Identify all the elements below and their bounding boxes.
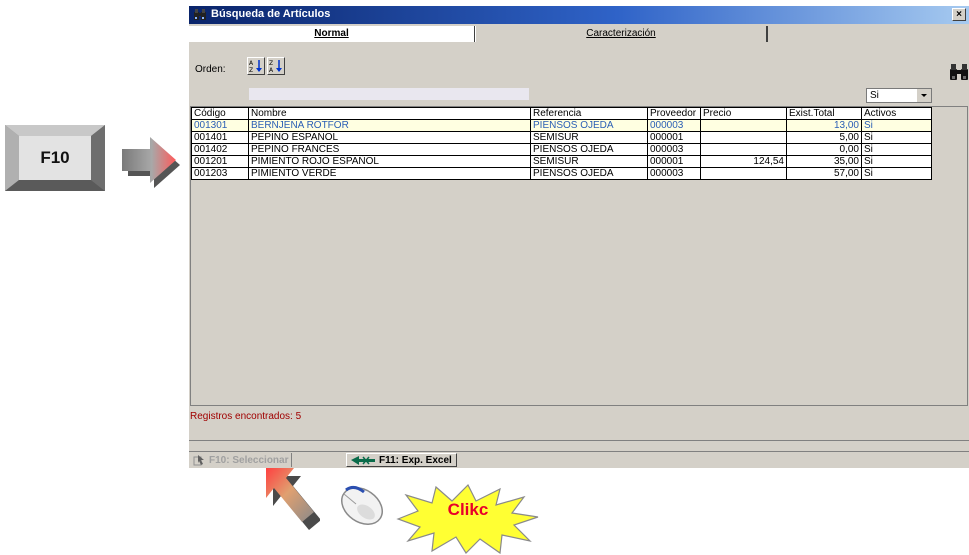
cell-proveedor: 000003 (647, 119, 701, 132)
cell-referencia: PIENSOS OJEDA (530, 167, 648, 180)
sort-descending-button[interactable]: Z A (267, 57, 285, 75)
cell-nombre: PEPINO ESPAÑOL (248, 131, 531, 144)
filter-field[interactable] (249, 88, 529, 100)
table-row[interactable]: 001301 BERNJENA ROTFOR PIENSOS OJEDA 000… (191, 119, 932, 132)
cell-precio (700, 131, 787, 144)
cell-activos: Si (861, 143, 932, 156)
cell-proveedor: 000003 (647, 167, 701, 180)
sort-ascending-button[interactable]: A Z (247, 57, 265, 75)
cell-proveedor: 000001 (647, 131, 701, 144)
toolbar: Orden: A Z Z A (189, 43, 969, 91)
cell-precio: 124,54 (700, 155, 787, 168)
table-row[interactable]: 001402 PEPINO FRANCES PIENSOS OJEDA 0000… (191, 143, 932, 156)
select-icon (193, 454, 205, 466)
dropdown-button[interactable] (917, 89, 931, 102)
window-title: Búsqueda de Artículos (211, 8, 331, 20)
table-row[interactable]: 001203 PIMIENTO VERDE PIENSOS OJEDA 0000… (191, 167, 932, 180)
tab-normal[interactable]: Normal (189, 26, 476, 42)
column-header[interactable]: Precio (700, 107, 787, 120)
activos-filter-value: Si (870, 90, 879, 101)
cell-proveedor: 000003 (647, 143, 701, 156)
cell-activos: Si (861, 155, 932, 168)
column-header[interactable]: Activos (861, 107, 932, 120)
column-header[interactable]: Exist.Total (786, 107, 862, 120)
table-row[interactable]: 001201 PIMIENTO ROJO ESPAÑOL SEMISUR 000… (191, 155, 932, 168)
cell-exist: 35,00 (786, 155, 862, 168)
cell-precio (700, 143, 787, 156)
activos-filter-select[interactable]: Si (866, 88, 932, 103)
chevron-down-icon (921, 94, 927, 97)
cell-precio (700, 119, 787, 132)
cell-nombre: PIMIENTO ROJO ESPAÑOL (248, 155, 531, 168)
svg-text:A: A (249, 60, 254, 67)
pointer-arrow-icon (266, 468, 320, 530)
svg-text:A: A (269, 67, 274, 74)
cell-exist: 57,00 (786, 167, 862, 180)
column-header[interactable]: Proveedor (647, 107, 701, 120)
sort-za-icon: Z A (269, 60, 282, 74)
cell-activos: Si (861, 131, 932, 144)
cell-referencia: PIENSOS OJEDA (530, 119, 648, 132)
export-excel-label: F11: Exp. Excel (379, 454, 452, 466)
binoculars-icon (194, 9, 206, 20)
cell-exist: 0,00 (786, 143, 862, 156)
results-table: Código Nombre Referencia Proveedor Preci… (191, 107, 932, 180)
right-arrow-icon (122, 137, 180, 188)
tab-strip: Normal Caracterización (189, 24, 969, 43)
cell-exist: 13,00 (786, 119, 862, 132)
cell-proveedor: 000001 (647, 155, 701, 168)
results-grid: Código Nombre Referencia Proveedor Preci… (190, 106, 968, 406)
records-found-status: Registros encontrados: 5 (190, 411, 302, 422)
column-header[interactable]: Nombre (248, 107, 531, 120)
click-burst-label: Clikc (447, 500, 489, 519)
cell-activos: Si (861, 119, 932, 132)
cell-codigo: 001401 (191, 131, 249, 144)
table-row[interactable]: 001401 PEPINO ESPAÑOL SEMISUR 000001 5,0… (191, 131, 932, 144)
cell-codigo: 001402 (191, 143, 249, 156)
f10-key-label: F10 (19, 136, 91, 180)
column-header[interactable]: Código (191, 107, 249, 120)
cell-nombre: PEPINO FRANCES (248, 143, 531, 156)
search-binoculars-icon[interactable] (949, 63, 969, 81)
cell-codigo: 001301 (191, 119, 249, 132)
svg-text:Z: Z (249, 67, 253, 74)
cell-codigo: 001203 (191, 167, 249, 180)
cell-precio (700, 167, 787, 180)
export-excel-button[interactable]: F11: Exp. Excel (346, 453, 457, 467)
title-bar: Búsqueda de Artículos × (189, 6, 969, 24)
close-button[interactable]: × (952, 8, 966, 21)
cell-referencia: PIENSOS OJEDA (530, 143, 648, 156)
cell-nombre: BERNJENA ROTFOR (248, 119, 531, 132)
cell-codigo: 001201 (191, 155, 249, 168)
f10-key-illustration: F10 (5, 125, 105, 191)
cell-exist: 5,00 (786, 131, 862, 144)
mouse-icon (341, 485, 383, 525)
cell-referencia: SEMISUR (530, 131, 648, 144)
svg-text:Z: Z (269, 60, 273, 67)
tab-caracterizacion[interactable]: Caracterización (475, 26, 768, 42)
sort-az-icon: A Z (249, 60, 262, 74)
divider (189, 440, 969, 441)
table-header-row: Código Nombre Referencia Proveedor Preci… (191, 107, 932, 120)
busqueda-articulos-window: Búsqueda de Artículos × Normal Caracteri… (189, 6, 969, 468)
cell-activos: Si (861, 167, 932, 180)
excel-export-icon (351, 455, 375, 465)
column-header[interactable]: Referencia (530, 107, 648, 120)
cell-referencia: SEMISUR (530, 155, 648, 168)
cell-nombre: PIMIENTO VERDE (248, 167, 531, 180)
orden-label: Orden: (195, 64, 226, 75)
